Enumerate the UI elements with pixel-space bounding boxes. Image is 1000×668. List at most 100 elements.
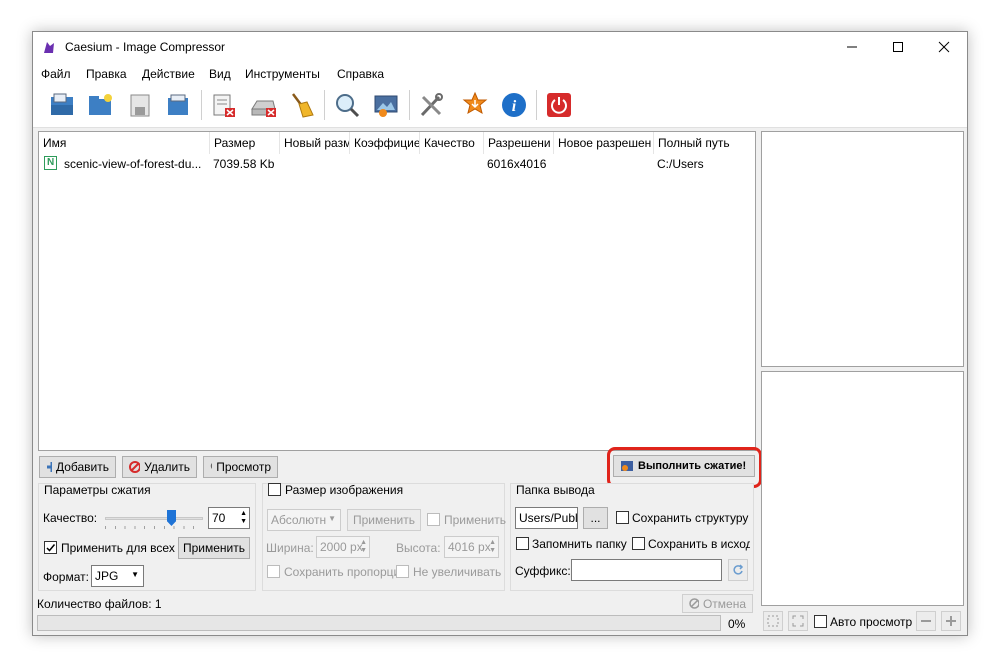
output-group-title: Папка вывода [516, 483, 595, 497]
save-button[interactable] [123, 88, 157, 122]
save-in-source-checkbox[interactable] [632, 537, 645, 550]
format-value: JPG [95, 569, 119, 583]
add-button[interactable]: Добавить [39, 456, 116, 478]
save-in-source-label: Сохранить в исходн [648, 537, 750, 551]
clear-list-button[interactable] [246, 88, 280, 122]
menu-view[interactable]: Вид [209, 67, 231, 81]
apply-all-label: Применить для всех [61, 541, 175, 555]
minimize-icon [847, 46, 857, 48]
remove-button[interactable]: Удалить [122, 456, 197, 478]
column-header-new-size[interactable]: Новый разм [280, 132, 350, 154]
save-icon [130, 94, 150, 117]
quality-spinbox[interactable]: 70 ▲ ▼ [208, 507, 250, 529]
width-value: 2000 px [320, 540, 363, 554]
menu-action[interactable]: Действие [142, 67, 195, 81]
browse-button[interactable]: ... [583, 507, 608, 529]
zoom-in-button[interactable] [941, 611, 961, 631]
browse-button-label: ... [590, 511, 601, 525]
maximize-button[interactable] [875, 32, 921, 62]
refresh-icon [733, 564, 744, 575]
open-folder-button[interactable] [83, 88, 117, 122]
clear-list-icon [251, 100, 276, 117]
column-header-new-resolution[interactable]: Новое разрешен [554, 132, 654, 154]
caesium-logo-icon [42, 40, 56, 57]
menu-help[interactable]: Справка [337, 67, 384, 81]
keep-structure-checkbox[interactable] [616, 511, 629, 524]
open-file-button[interactable] [45, 88, 79, 122]
plus-icon [47, 462, 52, 472]
spin-arrows-icon: ▲ ▼ [360, 539, 367, 554]
width-spinbox[interactable]: 2000 px ▲ ▼ [316, 536, 370, 558]
file-resolution: 6016x4016 [487, 157, 547, 171]
keep-ratio-label: Сохранить пропорци [284, 565, 401, 579]
apply-quality-button[interactable]: Применить [178, 537, 250, 559]
settings-button[interactable] [414, 88, 448, 122]
column-header-full-path[interactable]: Полный путь [654, 132, 755, 154]
resize-apply-checkbox[interactable] [427, 513, 440, 526]
open-folder-icon [89, 94, 112, 115]
resize-enable-checkbox[interactable] [268, 483, 281, 496]
app-window: Caesium - Image Compressor Файл Правка Д… [32, 31, 968, 636]
resize-mode-select[interactable]: Абсолютн ▼ [267, 509, 341, 531]
column-header-size[interactable]: Размер [210, 132, 280, 154]
compressed-preview-panel [761, 371, 964, 606]
column-header-quality[interactable]: Качество [420, 132, 484, 154]
fit-view-button[interactable] [763, 611, 783, 631]
update-button[interactable] [458, 88, 492, 122]
resize-mode-value: Абсолютн [271, 513, 327, 527]
fullscreen-button[interactable] [788, 611, 808, 631]
column-header-resolution[interactable]: Разрешени [484, 132, 554, 154]
forbidden-icon [129, 461, 141, 473]
add-button-label: Добавить [55, 460, 109, 474]
remember-folder-checkbox[interactable] [516, 537, 529, 550]
minimize-button[interactable] [829, 32, 875, 62]
close-button[interactable] [921, 32, 967, 62]
suffix-input[interactable] [571, 559, 722, 581]
compress-button[interactable]: Выполнить сжатие! [613, 455, 755, 477]
cancel-button[interactable]: Отмена [682, 594, 753, 613]
menu-bar: Файл Правка Действие Вид Инструменты Спр… [33, 62, 967, 84]
magnifier-icon [210, 462, 213, 470]
clean-button[interactable] [284, 88, 318, 122]
about-button[interactable]: i [497, 88, 531, 122]
menu-tools[interactable]: Инструменты [245, 67, 320, 81]
keep-structure-label: Сохранить структуру [632, 511, 749, 525]
suffix-label: Суффикс: [515, 564, 571, 578]
save-all-button[interactable] [161, 88, 195, 122]
column-header-name[interactable]: Имя [39, 132, 210, 154]
quality-slider[interactable] [105, 510, 203, 529]
minus-icon [921, 620, 931, 622]
resize-apply-button[interactable]: Применить [347, 509, 421, 531]
output-path-input[interactable]: Users/Public [515, 507, 578, 529]
remove-item-button[interactable] [207, 88, 241, 122]
file-path: C:/Users [657, 157, 704, 171]
no-enlarge-checkbox[interactable] [396, 565, 409, 578]
format-label: Формат: [43, 570, 89, 584]
height-label: Высота: [396, 541, 441, 555]
preview-image-button[interactable] [369, 88, 403, 122]
suffix-reset-button[interactable] [728, 559, 748, 581]
menu-file[interactable]: Файл [41, 67, 71, 81]
quality-slider-thumb[interactable] [167, 510, 176, 526]
exit-button[interactable] [542, 88, 576, 122]
zoom-icon [336, 94, 360, 118]
file-list-table[interactable]: Имя Размер Новый разм Коэффицие Качество… [38, 131, 756, 451]
zoom-button[interactable] [330, 88, 364, 122]
spin-arrows-icon: ▲ ▼ [489, 539, 496, 554]
checkmark-icon [46, 544, 56, 552]
height-spinbox[interactable]: 4016 px ▲ ▼ [444, 536, 499, 558]
apply-quality-label: Применить [183, 541, 246, 555]
svg-text:i: i [512, 98, 517, 115]
menu-edit[interactable]: Правка [86, 67, 127, 81]
preview-button[interactable]: Просмотр [203, 456, 278, 478]
chevron-down-icon: ▼ [131, 570, 139, 579]
close-icon [938, 41, 950, 53]
format-select[interactable]: JPG ▼ [91, 565, 144, 587]
info-icon: i [502, 93, 526, 117]
column-header-ratio[interactable]: Коэффицие [350, 132, 420, 154]
zoom-out-button[interactable] [916, 611, 936, 631]
keep-ratio-checkbox[interactable] [267, 565, 280, 578]
apply-all-checkbox[interactable] [44, 541, 57, 554]
title-bar: Caesium - Image Compressor [33, 32, 967, 62]
auto-preview-checkbox[interactable] [814, 615, 827, 628]
